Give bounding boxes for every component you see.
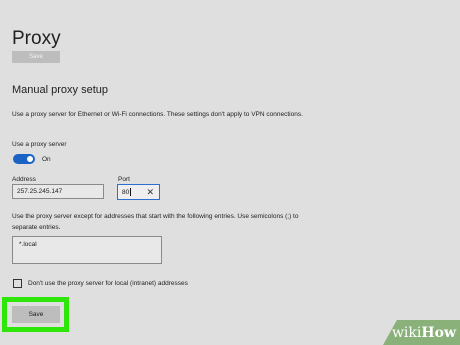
page-title: Proxy (12, 28, 61, 49)
local-addresses-checkbox[interactable] (13, 279, 22, 288)
toggle-knob (27, 156, 33, 162)
manual-proxy-description: Use a proxy server for Ethernet or Wi-Fi… (12, 111, 303, 118)
clear-icon[interactable]: ✕ (146, 187, 154, 198)
address-label: Address (12, 176, 36, 183)
address-input[interactable]: 257.25.245.147 (12, 184, 104, 199)
local-addresses-label: Don't use the proxy server for local (in… (28, 280, 188, 287)
wikihow-logo-part1: wiki (391, 324, 422, 341)
save-button[interactable]: Save (12, 306, 60, 323)
text-caret (130, 188, 132, 196)
top-save-button[interactable]: Save (12, 51, 60, 63)
exceptions-description: Use the proxy server except for addresse… (12, 213, 299, 231)
port-input[interactable]: 80 ✕ (117, 184, 160, 200)
exceptions-value: *.local (19, 241, 37, 248)
toggle-state-label: On (42, 156, 51, 163)
wikihow-logo-part2: How (421, 324, 456, 341)
address-value: 257.25.245.147 (17, 188, 63, 195)
port-value: 80 (122, 188, 130, 196)
manual-proxy-heading: Manual proxy setup (12, 84, 108, 96)
use-proxy-label: Use a proxy server (12, 141, 67, 148)
wikihow-logo: wiki How (383, 320, 460, 345)
port-label: Port (118, 176, 130, 183)
exceptions-input[interactable]: *.local (12, 236, 162, 264)
use-proxy-toggle[interactable] (13, 154, 35, 164)
